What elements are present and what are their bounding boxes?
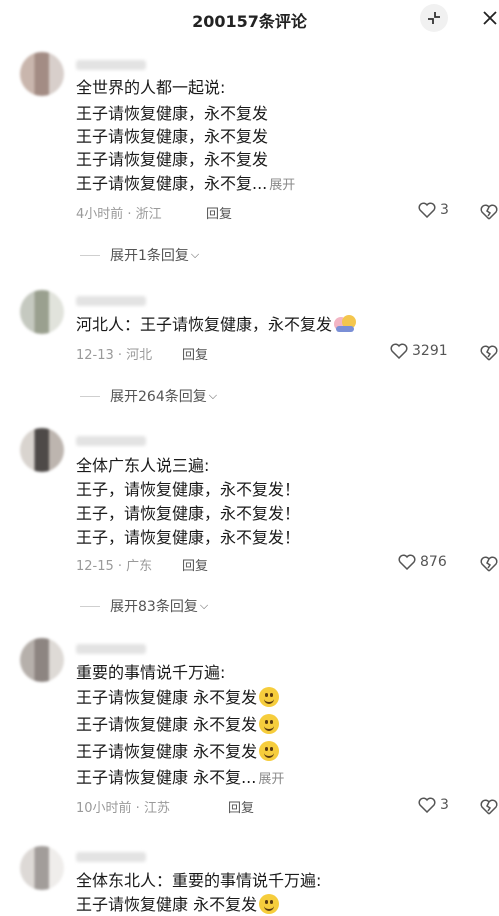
close-button[interactable] <box>476 4 499 32</box>
expand-replies-label: 展开1条回复 <box>110 248 189 264</box>
reply-button[interactable]: 回复 <box>228 797 254 816</box>
comment-text-line: 全世界的人都一起说: <box>76 78 226 97</box>
comment-text: 王子请恢复健康 永不复发 <box>76 688 258 707</box>
comment-text-line: 王子请恢复健康，永不复发 <box>76 150 269 169</box>
broken-heart-icon <box>480 556 498 572</box>
avatar[interactable] <box>20 428 64 472</box>
comment-text: 王子请恢复健康 永不复... <box>76 768 257 787</box>
comment-time-location: 10小时前 · 江苏 <box>76 801 170 816</box>
comment-text: 王子请恢复健康 永不复发 <box>76 715 258 734</box>
chevron-down-icon: ⌵ <box>208 389 218 402</box>
comment-text-line: 王子请恢复健康，永不复... 展开 <box>76 173 295 197</box>
avatar[interactable] <box>20 290 64 334</box>
broken-heart-icon <box>480 345 498 361</box>
smile-emoji-icon <box>259 894 280 914</box>
username[interactable] <box>76 436 146 446</box>
divider-dash <box>80 605 100 607</box>
heart-icon <box>398 554 416 570</box>
dislike-button[interactable] <box>480 345 498 365</box>
username[interactable] <box>76 644 146 654</box>
comment-text-line: 重要的事情说千万遍: <box>76 663 226 682</box>
expand-text-link[interactable]: 展开 <box>258 772 284 787</box>
comment-text: 王子请恢复健康 永不复发 <box>76 742 258 761</box>
comment-text-line: 王子，请恢复健康，永不复发！ <box>76 480 301 499</box>
smile-emoji-icon <box>259 687 280 707</box>
expand-text-link[interactable]: 展开 <box>269 178 295 193</box>
divider-dash <box>80 395 100 397</box>
username[interactable] <box>76 296 146 306</box>
comment-text-line: 王子请恢复健康 永不复发 <box>76 894 280 916</box>
comment-text-line: 王子请恢复健康 永不复发 <box>76 687 280 709</box>
collapse-button[interactable] <box>420 4 448 32</box>
broken-heart-icon <box>480 204 498 220</box>
comment-text-line: 全体东北人：重要的事情说千万遍: <box>76 871 322 890</box>
comment-text-line: 王子，请恢复健康，永不复发！ <box>76 528 301 547</box>
username[interactable] <box>76 852 146 862</box>
expand-replies-button[interactable]: 展开1条回复 ⌵ <box>80 245 199 265</box>
heart-icon <box>418 797 436 813</box>
chevron-down-icon: ⌵ <box>190 248 200 261</box>
heart-icon <box>390 343 408 359</box>
expand-replies-button[interactable]: 展开264条回复 ⌵ <box>80 386 217 406</box>
comment-text-line: 全体广东人说三遍: <box>76 456 210 475</box>
close-icon <box>483 11 497 25</box>
comment-text: 河北人：王子请恢复健康，永不复发 <box>76 315 333 334</box>
comment-text-line: 王子请恢复健康，永不复发 <box>76 104 269 123</box>
expand-replies-label: 展开264条回复 <box>110 389 207 405</box>
like-button[interactable]: 3 <box>418 797 449 813</box>
comment-text-line: 王子请恢复健康 永不复... 展开 <box>76 767 284 791</box>
smile-emoji-icon <box>259 714 280 734</box>
avatar[interactable] <box>20 846 64 890</box>
dislike-button[interactable] <box>480 556 498 576</box>
heart-icon <box>418 202 436 218</box>
like-count: 876 <box>420 554 447 570</box>
comment-text-line: 河北人：王子请恢复健康，永不复发 <box>76 314 357 336</box>
divider-dash <box>80 254 100 256</box>
username[interactable] <box>76 60 146 70</box>
comment-text-line: 王子请恢复健康，永不复发 <box>76 127 269 146</box>
expand-replies-button[interactable]: 展开83条回复 ⌵ <box>80 596 208 616</box>
hug-emoji-icon <box>334 315 357 333</box>
comment-time-location: 4小时前 · 浙江 <box>76 207 162 222</box>
comment-text: 王子请恢复健康，永不复... <box>76 174 268 193</box>
comment-time-location: 12-15 · 广东 <box>76 559 153 574</box>
like-button[interactable]: 876 <box>398 554 447 570</box>
like-count: 3291 <box>412 343 448 359</box>
broken-heart-icon <box>480 799 498 815</box>
like-count: 3 <box>440 797 449 813</box>
dislike-button[interactable] <box>480 799 498 819</box>
avatar[interactable] <box>20 638 64 682</box>
comment-text: 王子请恢复健康 永不复发 <box>76 895 258 914</box>
comment-time-location: 12-13 · 河北 <box>76 348 153 363</box>
dislike-button[interactable] <box>480 204 498 224</box>
like-button[interactable]: 3 <box>418 202 449 218</box>
comment-text-line: 王子请恢复健康 永不复发 <box>76 741 280 763</box>
collapse-icon <box>428 12 440 24</box>
like-count: 3 <box>440 202 449 218</box>
comment-text-line: 王子，请恢复健康，永不复发！ <box>76 504 301 523</box>
reply-button[interactable]: 回复 <box>206 203 232 222</box>
comments-header: 200157条评论 <box>0 0 499 36</box>
expand-replies-label: 展开83条回复 <box>110 599 198 615</box>
comment-text-line: 王子请恢复健康 永不复发 <box>76 714 280 736</box>
chevron-down-icon: ⌵ <box>199 599 209 612</box>
avatar[interactable] <box>20 52 64 96</box>
reply-button[interactable]: 回复 <box>182 344 208 363</box>
like-button[interactable]: 3291 <box>390 343 448 359</box>
reply-button[interactable]: 回复 <box>182 555 208 574</box>
smile-emoji-icon <box>259 741 280 761</box>
